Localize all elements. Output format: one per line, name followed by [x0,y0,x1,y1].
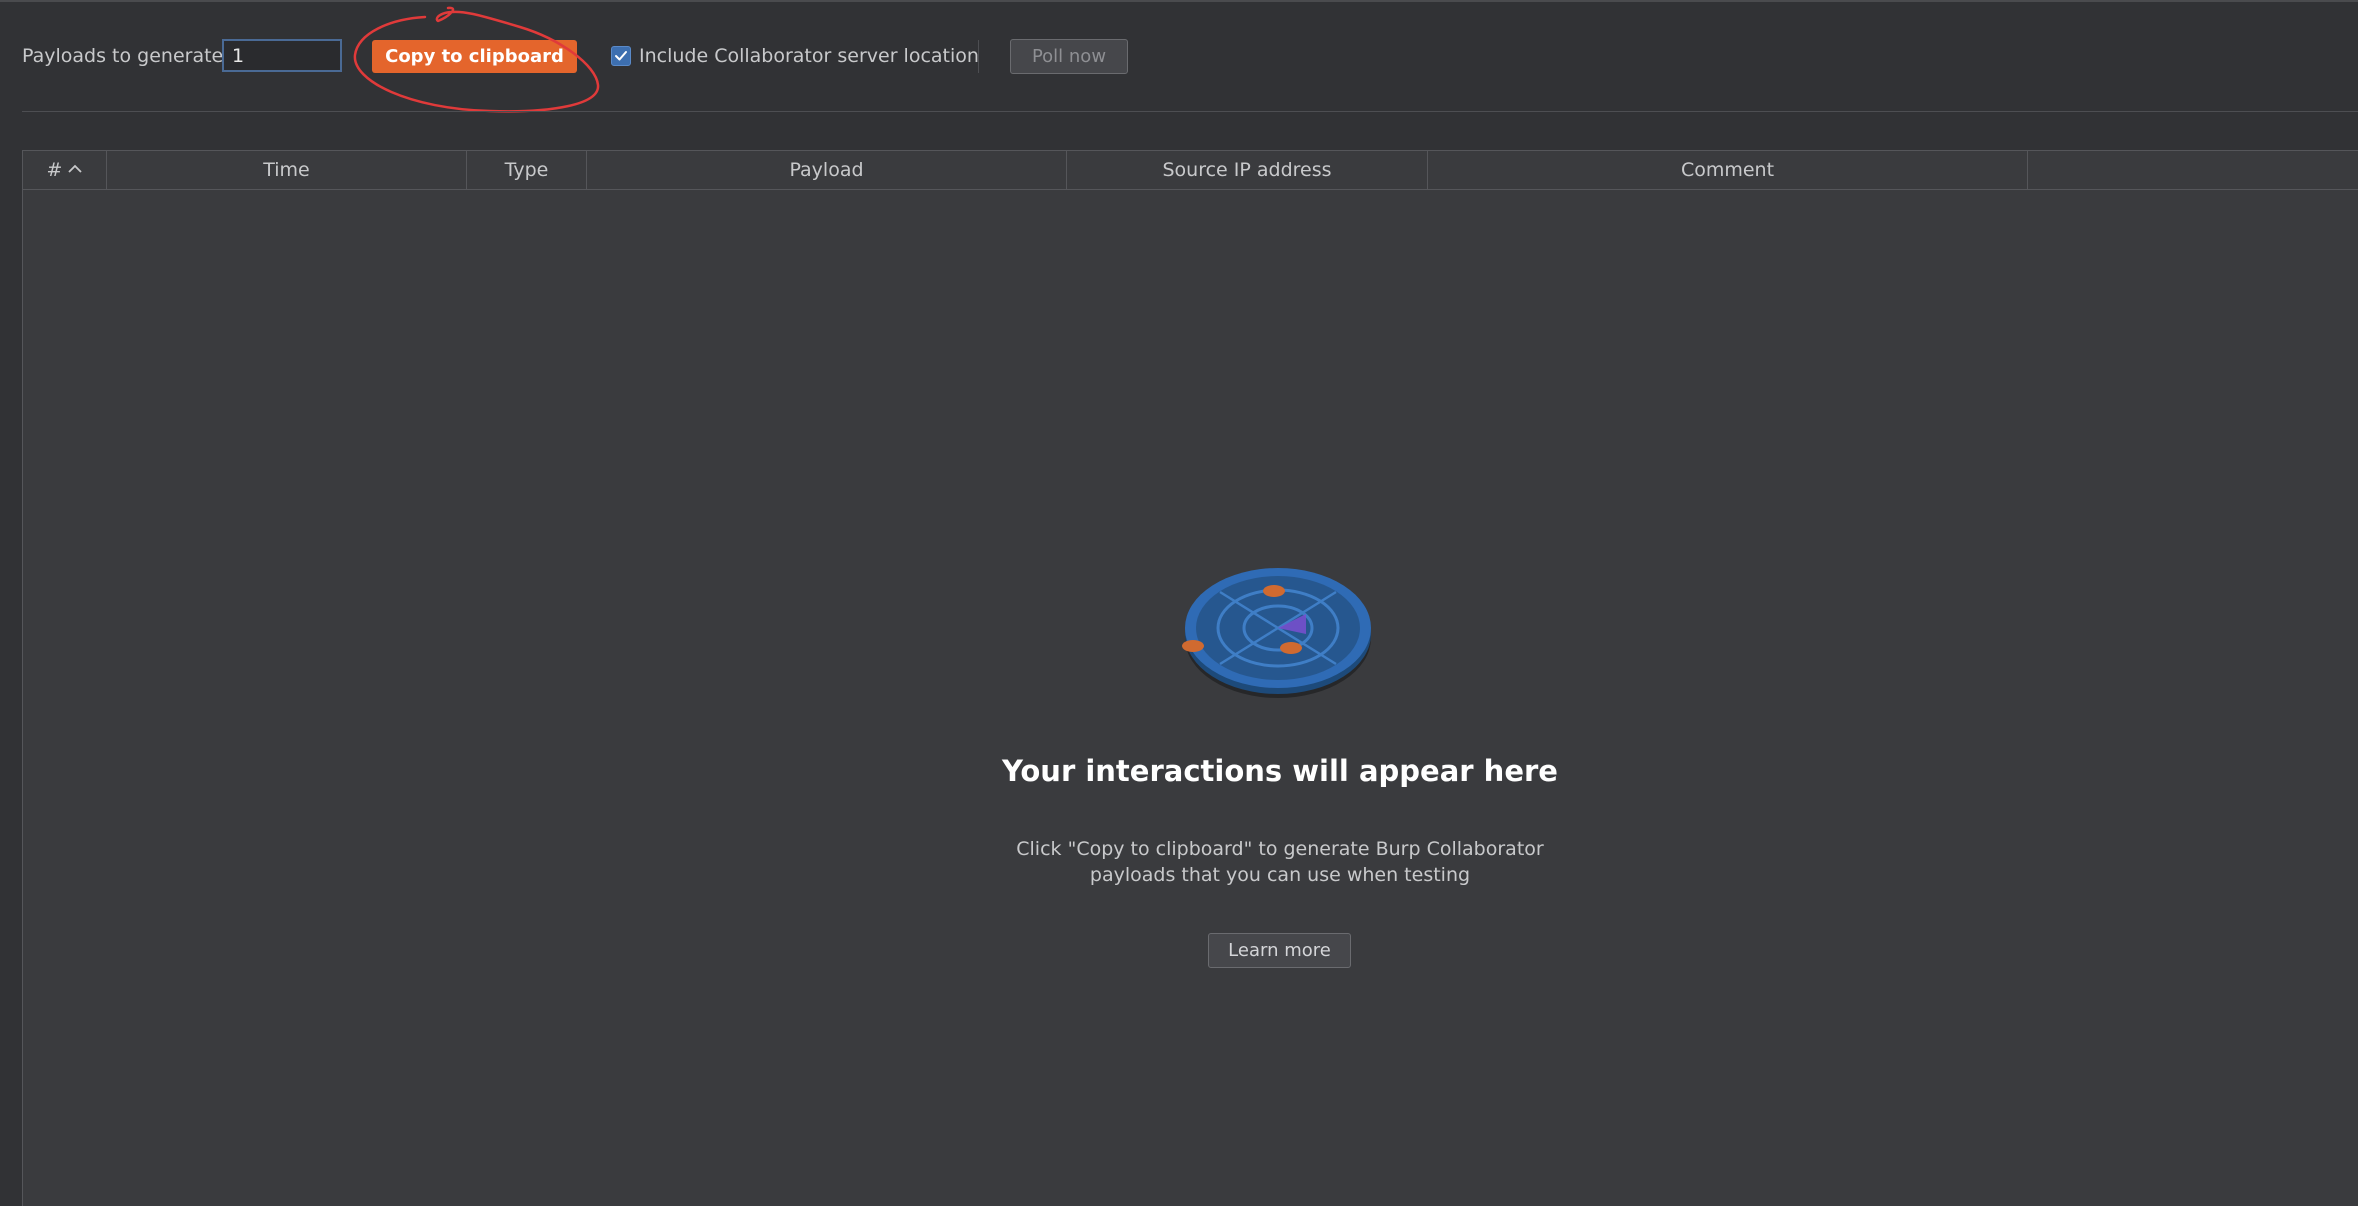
table-header: # Time Type Payload Source IP address Co… [23,151,2358,190]
column-header-time[interactable]: Time [107,151,467,189]
poll-now-button[interactable]: Poll now [1010,39,1128,74]
toolbar-divider [22,111,2358,112]
payloads-label: Payloads to generate: [22,45,230,67]
column-header-comment[interactable]: Comment [1428,151,2028,189]
column-header-type[interactable]: Type [467,151,587,189]
radar-icon [1182,568,1371,698]
toolbar-separator [978,40,979,73]
include-location-option[interactable]: Include Collaborator server location [611,45,979,67]
collaborator-panel: Payloads to generate: Copy to clipboard … [0,0,2358,1206]
empty-state-description: Click "Copy to clipboard" to generate Bu… [800,836,1760,888]
description-line: Click "Copy to clipboard" to generate Bu… [1016,838,1544,860]
column-header-payload[interactable]: Payload [587,151,1067,189]
learn-more-button[interactable]: Learn more [1208,933,1351,968]
description-line: payloads that you can use when testing [1089,864,1471,886]
copy-to-clipboard-button[interactable]: Copy to clipboard [372,40,577,73]
checkmark-icon [615,51,627,61]
include-location-label: Include Collaborator server location [639,45,979,67]
payloads-count-input[interactable] [222,39,342,72]
empty-state-title: Your interactions will appear here [1002,754,1558,788]
column-header-source-ip[interactable]: Source IP address [1067,151,1428,189]
column-label: # [46,159,63,181]
sort-ascending-icon [68,164,83,173]
top-border [0,0,2358,2]
column-header-number[interactable]: # [23,151,107,189]
include-location-checkbox[interactable] [611,46,631,66]
